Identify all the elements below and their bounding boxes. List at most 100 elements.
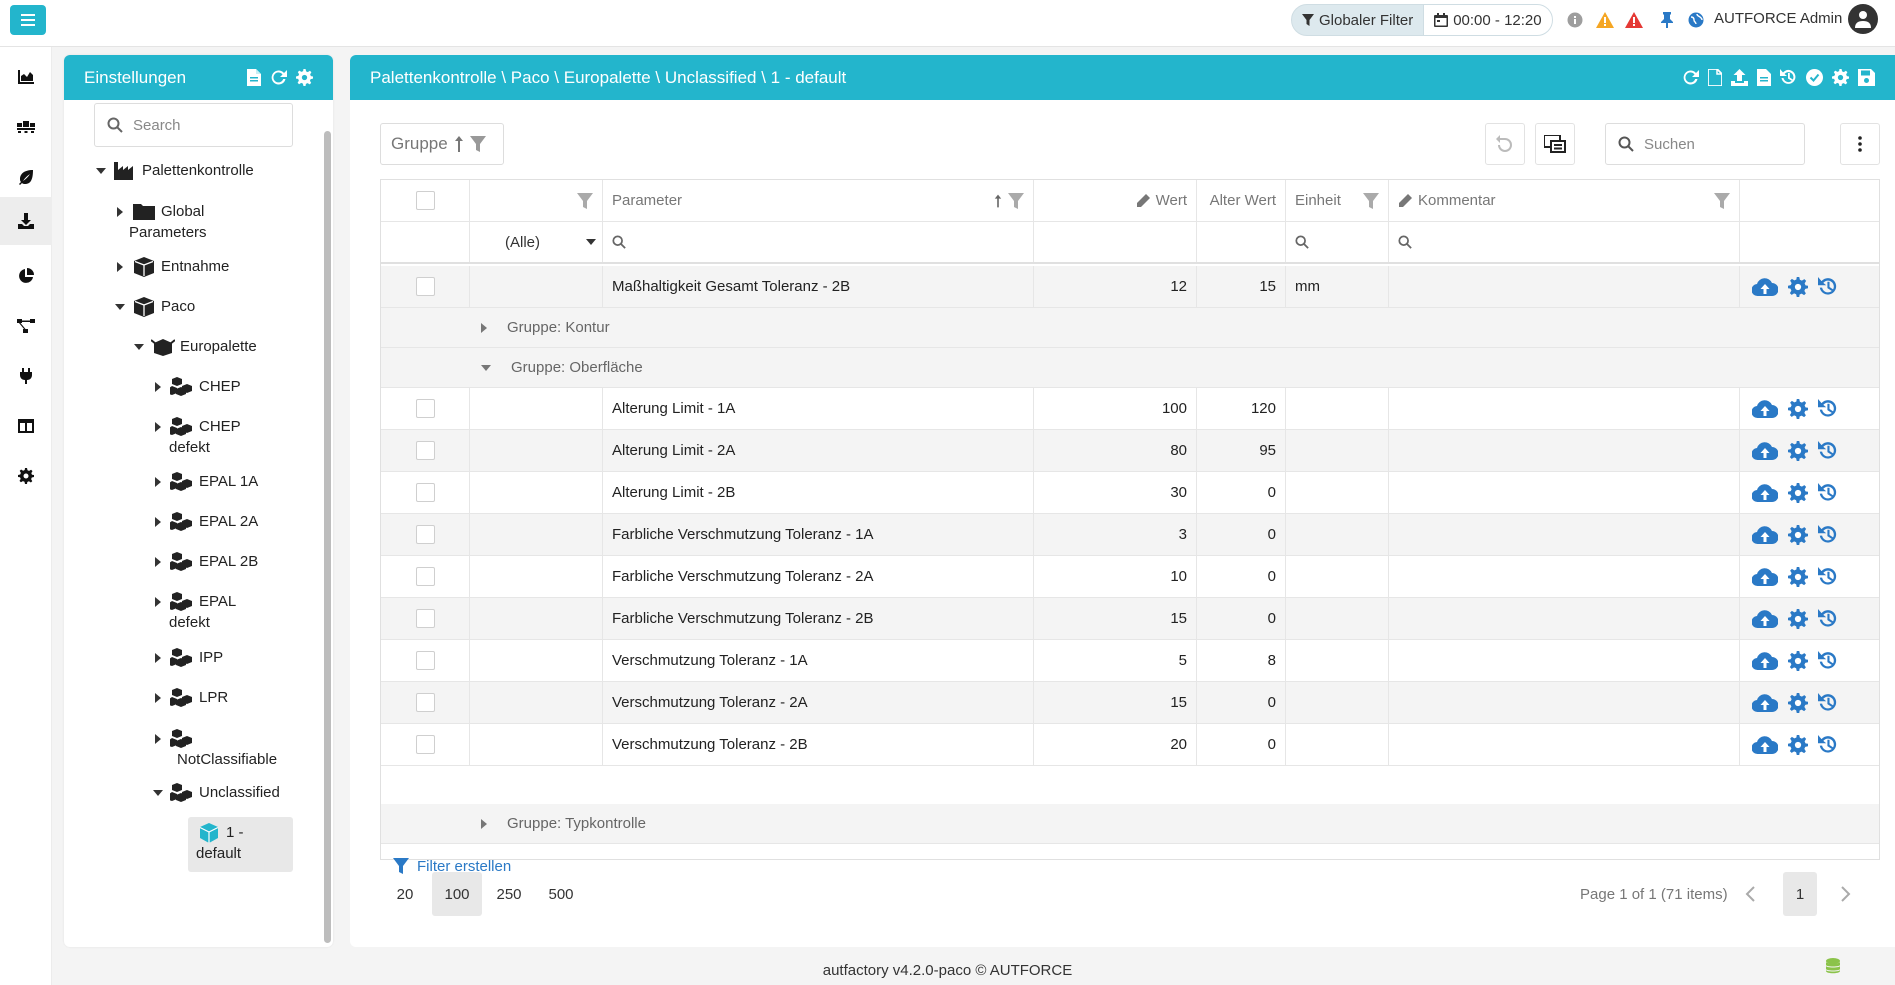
history-icon[interactable] (1818, 482, 1838, 503)
gear-icon[interactable] (1788, 482, 1808, 503)
table-row[interactable]: Farbliche Verschmutzung Toleranz - 2A 10 0 (381, 556, 1879, 598)
caret-down-icon[interactable] (481, 364, 491, 371)
row-wert[interactable]: 100 (1034, 388, 1197, 429)
history-icon[interactable] (1818, 524, 1838, 545)
sort-asc-icon[interactable] (454, 136, 464, 152)
tree-node-chep-defekt[interactable]: CHEP defekt (151, 416, 241, 458)
row-wert[interactable]: 12 (1034, 266, 1197, 307)
approve-button[interactable] (1806, 69, 1823, 86)
table-row[interactable]: Farbliche Verschmutzung Toleranz - 1A 3 0 (381, 514, 1879, 556)
cloud-upload-icon[interactable] (1752, 277, 1778, 297)
grid-search-input[interactable] (1644, 135, 1784, 153)
reload-button[interactable] (1682, 69, 1699, 86)
row-wert[interactable]: 15 (1034, 598, 1197, 639)
history-icon[interactable] (1818, 440, 1838, 461)
gear-icon[interactable] (1788, 692, 1808, 713)
prev-page-button[interactable] (1732, 872, 1768, 916)
row-wert[interactable]: 80 (1034, 430, 1197, 471)
panel-settings-button[interactable] (1832, 69, 1849, 86)
row-wert[interactable]: 3 (1034, 514, 1197, 555)
user-name[interactable]: AUTFORCE Admin (1714, 10, 1842, 27)
tree-scrollbar[interactable] (324, 131, 331, 943)
warning-button[interactable] (1596, 10, 1614, 30)
nav-environment[interactable] (0, 153, 52, 201)
row-wert[interactable]: 10 (1034, 556, 1197, 597)
history-icon[interactable] (1818, 608, 1838, 629)
row-checkbox[interactable] (415, 609, 435, 628)
caret-right-icon[interactable] (151, 376, 165, 397)
cloud-upload-icon[interactable] (1752, 567, 1778, 587)
caret-right-icon[interactable] (151, 728, 165, 749)
filter-icon[interactable] (577, 192, 593, 209)
row-checkbox[interactable] (415, 735, 435, 754)
history-icon[interactable] (1818, 734, 1838, 755)
header-alter-wert[interactable]: Alter Wert (1197, 180, 1286, 221)
row-kommentar[interactable] (1389, 556, 1740, 597)
tree-node-entnahme[interactable]: Entnahme (113, 256, 229, 277)
save-button[interactable] (1858, 69, 1875, 86)
cloud-upload-icon[interactable] (1752, 609, 1778, 629)
group-panel[interactable]: Gruppe (380, 123, 504, 165)
row-kommentar[interactable] (1389, 514, 1740, 555)
table-row[interactable]: Alterung Limit - 2A 80 95 (381, 430, 1879, 472)
nav-pallets[interactable] (0, 103, 52, 151)
pin-button[interactable] (1660, 10, 1674, 30)
group-row-kontur[interactable]: Gruppe: Kontur (381, 308, 1879, 348)
page-size-500[interactable]: 500 (536, 872, 586, 916)
page-size-100[interactable]: 100 (432, 872, 482, 916)
gear-icon[interactable] (1788, 524, 1808, 545)
row-kommentar[interactable] (1389, 724, 1740, 765)
tree-node-notclassifiable[interactable] (151, 728, 199, 749)
header-einheit[interactable]: Einheit (1286, 180, 1389, 221)
sort-asc-icon[interactable] (994, 193, 1002, 209)
nav-settings-import[interactable] (0, 197, 52, 245)
nav-configuration[interactable] (0, 452, 52, 500)
row-kommentar[interactable] (1389, 682, 1740, 723)
cloud-upload-icon[interactable] (1752, 651, 1778, 671)
new-file-button[interactable] (247, 69, 261, 86)
row-kommentar[interactable] (1389, 640, 1740, 681)
cloud-upload-icon[interactable] (1752, 399, 1778, 419)
cloud-upload-icon[interactable] (1752, 483, 1778, 503)
tree-node-epal-1a[interactable]: EPAL 1A (151, 471, 258, 492)
select-all-checkbox[interactable] (415, 191, 435, 210)
row-checkbox[interactable] (415, 693, 435, 712)
hamburger-menu-button[interactable] (10, 5, 46, 35)
gear-icon[interactable] (1788, 650, 1808, 671)
filter-group-select[interactable]: (Alle) (470, 222, 603, 262)
history-icon[interactable] (1818, 566, 1838, 587)
table-row[interactable]: Maßhaltigkeit Gesamt Toleranz - 2B 12 15… (381, 266, 1879, 308)
row-kommentar[interactable] (1389, 430, 1740, 471)
history-icon[interactable] (1818, 650, 1838, 671)
tree-node-epal-2a[interactable]: EPAL 2A (151, 511, 258, 532)
caret-right-icon[interactable] (481, 322, 487, 333)
history-icon[interactable] (1818, 276, 1838, 297)
filter-icon[interactable] (469, 136, 486, 152)
gear-icon[interactable] (1788, 608, 1808, 629)
nav-connections[interactable] (0, 352, 52, 400)
header-kommentar[interactable]: Kommentar (1389, 180, 1740, 221)
page-size-250[interactable]: 250 (484, 872, 534, 916)
nav-tables[interactable] (0, 402, 52, 450)
tree-node-palettenkontrolle[interactable]: Palettenkontrolle (94, 160, 254, 181)
settings-gear-button[interactable] (296, 69, 313, 86)
header-parameter[interactable]: Parameter (603, 180, 1034, 221)
caret-right-icon[interactable] (151, 687, 165, 708)
info-button[interactable] (1567, 10, 1583, 30)
history-button[interactable] (1780, 69, 1797, 86)
nav-workflow[interactable] (0, 302, 52, 350)
row-wert[interactable]: 5 (1034, 640, 1197, 681)
time-range-button[interactable]: 00:00 - 12:20 (1423, 5, 1552, 35)
row-kommentar[interactable] (1389, 472, 1740, 513)
table-row[interactable]: Verschmutzung Toleranz - 1A 5 8 (381, 640, 1879, 682)
document-button[interactable] (1757, 69, 1771, 86)
filter-parameter-input[interactable] (603, 222, 1034, 262)
gear-icon[interactable] (1788, 440, 1808, 461)
page-size-20[interactable]: 20 (380, 872, 430, 916)
row-checkbox[interactable] (415, 651, 435, 670)
row-checkbox[interactable] (415, 399, 435, 418)
tree-label-notclassifiable[interactable]: NotClassifiable (177, 749, 277, 770)
row-wert[interactable]: 30 (1034, 472, 1197, 513)
nav-statistics[interactable] (0, 252, 52, 300)
undo-button[interactable] (1485, 123, 1525, 165)
